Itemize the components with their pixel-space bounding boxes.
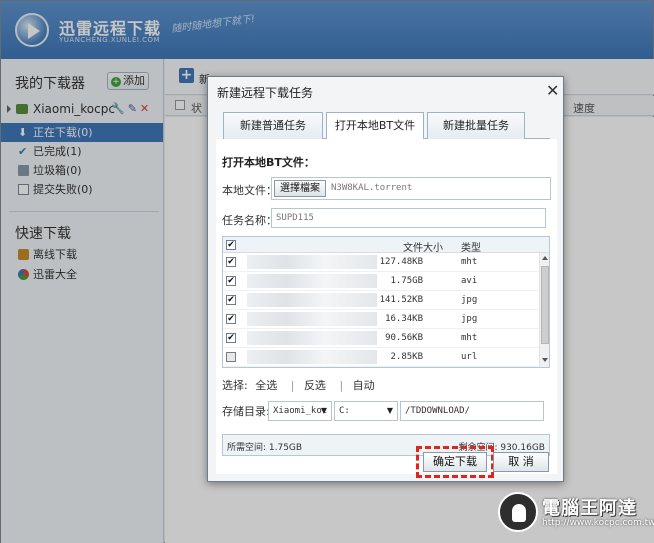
local-file-field: 選擇檔案 N3W8KAL.torrent — [271, 177, 551, 200]
save-path-value: /TDDOWNLOAD/ — [405, 406, 471, 416]
file-row[interactable]: ✔ 141.52KB jpg — [223, 291, 539, 310]
scroll-up-icon[interactable] — [542, 256, 548, 260]
select-label: 选择: — [222, 379, 248, 392]
file-list-header: ✔ 文件大小 类型 — [223, 237, 549, 254]
file-checkbox[interactable]: ✔ — [226, 276, 236, 286]
file-size: 141.52KB — [379, 295, 423, 305]
blurred-file-name — [247, 293, 377, 307]
watermark: 電腦王阿達 http://www.kocpc.com.tw — [498, 492, 654, 536]
device-select[interactable]: Xiaomi_koc ▼ — [268, 401, 332, 421]
save-dir-label: 存储目录: — [222, 405, 270, 418]
choose-file-button[interactable]: 選擇檔案 — [274, 180, 326, 197]
section-title: 打开本地BT文件： — [222, 156, 315, 169]
column-type: 类型 — [461, 243, 481, 254]
select-all-link[interactable]: 全选 — [255, 379, 277, 392]
chevron-down-icon: ▼ — [320, 406, 327, 415]
mascot-icon — [498, 492, 538, 532]
file-row[interactable]: ✔ 16.34KB jpg — [223, 310, 539, 329]
watermark-text: 電腦王阿達 — [542, 498, 637, 519]
task-name-label: 任务名称： — [222, 214, 277, 227]
file-checkbox[interactable]: ✔ — [226, 295, 236, 305]
file-type: mht — [461, 257, 478, 267]
divider: | — [339, 379, 344, 392]
file-size: 2.85KB — [390, 352, 423, 362]
required-space: 所需空间: 1.75GB — [227, 443, 303, 453]
file-size: 16.34KB — [385, 314, 423, 324]
file-row[interactable]: ✔ 1.75GB avi — [223, 272, 539, 291]
bt-file-panel: 打开本地BT文件： 本地文件： 選擇檔案 N3W8KAL.torrent 任务名… — [216, 139, 557, 474]
file-type: jpg — [461, 314, 478, 324]
divider: | — [290, 379, 295, 392]
file-checkbox[interactable]: ✔ — [226, 314, 236, 324]
task-name-input[interactable]: SUPD115 — [271, 208, 546, 228]
dialog-tabs: 新建普通任务 打开本地BT文件 新建批量任务 — [223, 112, 550, 140]
blurred-file-name — [247, 350, 377, 364]
tab-normal-task[interactable]: 新建普通任务 — [223, 112, 323, 139]
blurred-file-name — [247, 331, 377, 345]
blurred-file-name — [247, 274, 377, 288]
chevron-down-icon: ▼ — [386, 406, 393, 415]
select-auto-link[interactable]: 自动 — [353, 379, 375, 392]
new-remote-task-dialog: 新建远程下载任务 ✕ 新建普通任务 打开本地BT文件 新建批量任务 打开本地BT… — [207, 76, 564, 482]
bt-file-list: ✔ 文件大小 类型 ✔ 127.48KB mht ✔ 1.75GB avi ✔ … — [222, 236, 550, 368]
blurred-file-name — [247, 312, 377, 326]
file-checkbox[interactable]: ✔ — [226, 333, 236, 343]
watermark-url: http://www.kocpc.com.tw — [542, 518, 654, 528]
tab-batch-task[interactable]: 新建批量任务 — [427, 112, 525, 139]
file-type: jpg — [461, 295, 478, 305]
file-type: url — [461, 352, 478, 362]
file-checkbox[interactable] — [226, 352, 236, 362]
close-icon[interactable]: ✕ — [546, 81, 559, 100]
dialog-title: 新建远程下载任务 — [217, 86, 314, 100]
device-select-value: Xiaomi_koc — [273, 406, 328, 416]
drive-select-value: C: — [339, 406, 350, 416]
file-name: N3W8KAL.torrent — [331, 183, 413, 193]
local-file-label: 本地文件： — [222, 184, 277, 197]
blurred-file-name — [247, 255, 377, 269]
file-list-scrollbar[interactable] — [539, 253, 549, 367]
file-row[interactable]: ✔ 127.48KB mht — [223, 253, 539, 272]
file-size: 1.75GB — [390, 276, 423, 286]
scroll-thumb[interactable] — [541, 266, 549, 344]
file-size: 127.48KB — [379, 257, 423, 267]
confirm-download-button[interactable]: 确定下载 — [423, 452, 487, 472]
drive-select[interactable]: C: ▼ — [334, 401, 398, 421]
header-checkbox[interactable]: ✔ — [226, 240, 236, 250]
file-checkbox[interactable]: ✔ — [226, 257, 236, 267]
save-path-input[interactable]: /TDDOWNLOAD/ — [400, 401, 544, 421]
file-type: mht — [461, 333, 478, 343]
scroll-down-icon[interactable] — [542, 358, 548, 362]
file-row[interactable]: 2.85KB url — [223, 348, 539, 367]
selection-controls: 选择: 全选 | 反选 | 自动 — [222, 377, 379, 393]
select-invert-link[interactable]: 反选 — [304, 379, 326, 392]
file-type: avi — [461, 276, 478, 286]
file-size: 90.56KB — [385, 333, 423, 343]
cancel-button[interactable]: 取 消 — [493, 452, 549, 472]
column-file-size: 文件大小 — [403, 243, 443, 254]
tab-local-bt-file[interactable]: 打开本地BT文件 — [326, 112, 424, 140]
file-row[interactable]: ✔ 90.56KB mht — [223, 329, 539, 348]
